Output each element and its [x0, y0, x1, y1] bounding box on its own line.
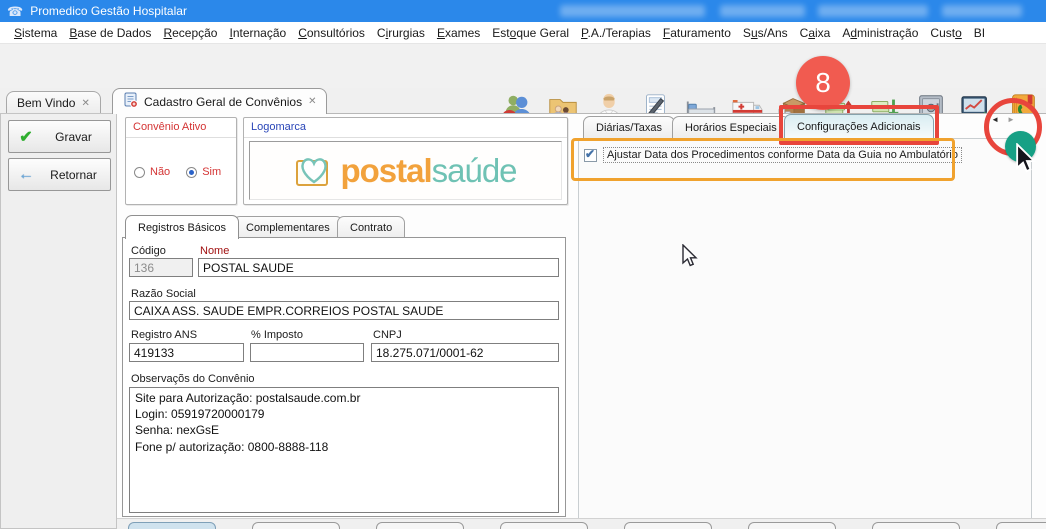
tab-horarios-especiais[interactable]: Horários Especiais	[672, 116, 790, 139]
bottom-tab-button[interactable]	[624, 522, 712, 529]
menu-item-caixa[interactable]: Caixa	[794, 23, 837, 43]
menu-item-estoque-geral[interactable]: Estoque Geral	[486, 23, 575, 43]
radio-label: Não	[150, 166, 170, 178]
menu-item-recep-o[interactable]: Recepção	[157, 23, 223, 43]
radio-circle-icon	[134, 167, 145, 178]
menu-item-base-de-dados[interactable]: Base de Dados	[63, 23, 157, 43]
razao-social-field[interactable]	[129, 301, 559, 320]
bottom-tab-button[interactable]	[252, 522, 340, 529]
tab-label: Cadastro Geral de Convênios	[144, 95, 302, 109]
menu-item-p-a-terapias[interactable]: P.A./Terapias	[575, 23, 657, 43]
redacted-version-text	[818, 5, 928, 17]
adjust-date-checkbox[interactable]	[584, 149, 597, 162]
codigo-field[interactable]	[129, 258, 193, 277]
check-icon: ✔	[9, 127, 43, 147]
tab-diarias-taxas[interactable]: Diárias/Taxas	[583, 116, 675, 139]
redacted-version-text	[560, 5, 705, 17]
brand-word-saude: saúde	[432, 154, 517, 187]
registros-basicos-page: Código Nome Razão Social Registro ANS % …	[122, 237, 566, 517]
radio-option-n-o[interactable]: Não	[134, 166, 170, 178]
save-button[interactable]: ✔ Gravar	[8, 120, 111, 153]
radio-label: Sim	[202, 166, 221, 178]
bottom-tab-button[interactable]	[996, 522, 1046, 529]
tab-label: Registros Básicos	[138, 222, 226, 234]
tab-configuracoes-adicionais[interactable]: Configurações Adicionais	[784, 114, 934, 139]
convenio-ativo-options: Não Sim	[134, 166, 221, 178]
razao-social-label: Razão Social	[131, 288, 196, 300]
brand-logo: postal saúde	[249, 141, 562, 200]
menu-item-faturamento[interactable]: Faturamento	[657, 23, 737, 43]
groupbox-title: Convênio Ativo	[126, 118, 236, 138]
redacted-version-text	[942, 5, 1022, 17]
menu-item-bi[interactable]: BI	[968, 23, 991, 43]
groupbox-title: Logomarca	[244, 118, 567, 138]
tab-complementares[interactable]: Complementares	[233, 216, 343, 239]
menu-item-administra-o[interactable]: Administração	[836, 23, 924, 43]
menu-item-cirurgias[interactable]: Cirurgias	[371, 23, 431, 43]
tab-label: Configurações Adicionais	[797, 121, 921, 133]
save-button-label: Gravar	[43, 130, 110, 144]
close-tab-icon[interactable]: ✕	[81, 98, 89, 109]
app-logo-phone-icon: ☎	[7, 5, 23, 18]
toolbar: $	[0, 44, 1046, 88]
bottom-tab-strip	[117, 518, 1046, 529]
action-sidebar: ✔ Gravar ← Retornar	[0, 113, 117, 529]
nome-field[interactable]	[198, 258, 559, 277]
window-titlebar: ☎ Promedico Gestão Hospitalar	[0, 0, 1046, 22]
configuracoes-adicionais-page	[578, 138, 1032, 518]
tab-label: Diárias/Taxas	[596, 122, 662, 134]
envelope-heart-icon	[294, 149, 340, 192]
tab-contrato[interactable]: Contrato	[337, 216, 405, 239]
radio-option-sim[interactable]: Sim	[186, 166, 221, 178]
tab-scroll-left-icon[interactable]: ◄	[991, 115, 999, 124]
nome-label: Nome	[200, 245, 229, 257]
bottom-tab-button[interactable]	[748, 522, 836, 529]
convenio-ativo-groupbox: Convênio Ativo Não Sim	[125, 117, 237, 205]
registro-ans-field[interactable]	[129, 343, 244, 362]
window-title: Promedico Gestão Hospitalar	[30, 4, 187, 18]
observacoes-label: Observaçõs do Convênio	[131, 373, 255, 385]
adjust-date-row: Ajustar Data dos Procedimentos conforme …	[584, 147, 962, 163]
menu-item-sistema[interactable]: Sistema	[8, 23, 63, 43]
tab-cadastro-geral-de-convenios[interactable]: Cadastro Geral de Convênios ✕	[112, 88, 327, 114]
tab-label: Complementares	[246, 222, 330, 234]
imposto-label: % Imposto	[251, 329, 303, 341]
menu-item-consult-rios[interactable]: Consultórios	[292, 23, 371, 43]
bottom-tab-button[interactable]	[500, 522, 588, 529]
app-window: ☎ Promedico Gestão Hospitalar SistemaBas…	[0, 0, 1046, 529]
cnpj-field[interactable]	[371, 343, 559, 362]
return-button[interactable]: ← Retornar	[8, 158, 111, 191]
tab-label: Contrato	[350, 222, 392, 234]
registro-ans-label: Registro ANS	[131, 329, 197, 341]
tab-label: Bem Vindo	[17, 96, 75, 110]
observacoes-field[interactable]: Site para Autorização: postalsaude.com.b…	[129, 387, 559, 513]
close-tab-icon[interactable]: ✕	[308, 96, 316, 107]
imposto-field[interactable]	[250, 343, 364, 362]
bottom-tab-button[interactable]	[872, 522, 960, 529]
bottom-tab-button[interactable]	[128, 522, 216, 529]
menu-item-sus-ans[interactable]: Sus/Ans	[737, 23, 794, 43]
tab-scroll-right-icon[interactable]: ►	[1007, 115, 1015, 124]
back-arrow-icon: ←	[9, 166, 43, 184]
tab-label: Horários Especiais	[685, 122, 777, 134]
menu-bar: SistemaBase de DadosRecepçãoInternaçãoCo…	[0, 22, 1046, 44]
cnpj-label: CNPJ	[373, 329, 402, 341]
menu-item-exames[interactable]: Exames	[431, 23, 486, 43]
tab-registros-basicos[interactable]: Registros Básicos	[125, 215, 239, 239]
redacted-version-text	[720, 5, 805, 17]
radio-circle-icon	[186, 167, 197, 178]
codigo-label: Código	[131, 245, 166, 257]
document-badge-icon	[123, 92, 138, 111]
brand-word-postal: postal	[340, 154, 431, 187]
menu-item-custo[interactable]: Custo	[924, 23, 967, 43]
tab-bem-vindo[interactable]: Bem Vindo ✕	[6, 91, 101, 114]
logomarca-groupbox: Logomarca postal saúde	[243, 117, 568, 205]
menu-item-interna-o[interactable]: Internação	[223, 23, 292, 43]
bottom-tab-button[interactable]	[376, 522, 464, 529]
adjust-date-checkbox-label[interactable]: Ajustar Data dos Procedimentos conforme …	[603, 147, 962, 163]
return-button-label: Retornar	[43, 168, 110, 182]
tab-scroll-arrows: ◄ ►	[986, 111, 1020, 127]
